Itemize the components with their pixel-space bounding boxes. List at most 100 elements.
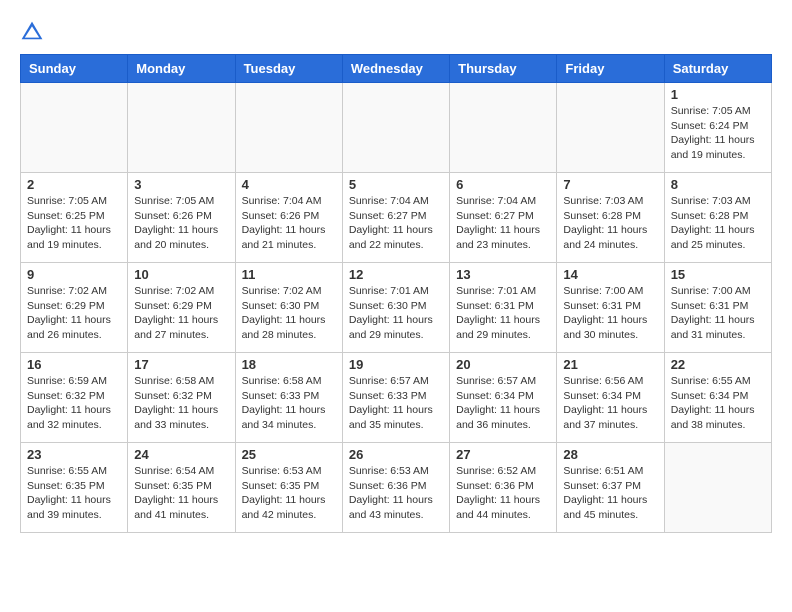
calendar-day-cell: 26 Sunrise: 6:53 AM Sunset: 6:36 PM Dayli…: [342, 443, 449, 533]
calendar-day-cell: 17 Sunrise: 6:58 AM Sunset: 6:32 PM Dayli…: [128, 353, 235, 443]
day-info: Sunrise: 7:03 AM Sunset: 6:28 PM Dayligh…: [671, 194, 765, 253]
day-info: Sunrise: 6:58 AM Sunset: 6:32 PM Dayligh…: [134, 374, 228, 433]
calendar-day-cell: 1 Sunrise: 7:05 AM Sunset: 6:24 PM Daylig…: [664, 83, 771, 173]
day-info: Sunrise: 7:03 AM Sunset: 6:28 PM Dayligh…: [563, 194, 657, 253]
calendar-day-cell: 6 Sunrise: 7:04 AM Sunset: 6:27 PM Daylig…: [450, 173, 557, 263]
logo: [20, 20, 48, 44]
calendar-day-cell: 22 Sunrise: 6:55 AM Sunset: 6:34 PM Dayli…: [664, 353, 771, 443]
day-info: Sunrise: 7:01 AM Sunset: 6:31 PM Dayligh…: [456, 284, 550, 343]
calendar-day-cell: [128, 83, 235, 173]
day-number: 17: [134, 357, 228, 372]
weekday-header: Wednesday: [342, 55, 449, 83]
calendar-day-cell: 23Sunrise: 6:55 AM Sunset: 6:35 PM Dayli…: [21, 443, 128, 533]
weekday-header: Saturday: [664, 55, 771, 83]
calendar-week-row: 1 Sunrise: 7:05 AM Sunset: 6:24 PM Daylig…: [21, 83, 772, 173]
calendar-day-cell: 25 Sunrise: 6:53 AM Sunset: 6:35 PM Dayli…: [235, 443, 342, 533]
calendar-day-cell: 12 Sunrise: 7:01 AM Sunset: 6:30 PM Dayli…: [342, 263, 449, 353]
day-number: 23: [27, 447, 121, 462]
day-number: 15: [671, 267, 765, 282]
weekday-header: Thursday: [450, 55, 557, 83]
day-number: 24: [134, 447, 228, 462]
day-info: Sunrise: 7:02 AM Sunset: 6:30 PM Dayligh…: [242, 284, 336, 343]
calendar-day-cell: 15 Sunrise: 7:00 AM Sunset: 6:31 PM Dayli…: [664, 263, 771, 353]
day-info: Sunrise: 7:04 AM Sunset: 6:27 PM Dayligh…: [456, 194, 550, 253]
day-number: 14: [563, 267, 657, 282]
calendar-day-cell: 24 Sunrise: 6:54 AM Sunset: 6:35 PM Dayli…: [128, 443, 235, 533]
day-number: 28: [563, 447, 657, 462]
day-info: Sunrise: 7:01 AM Sunset: 6:30 PM Dayligh…: [349, 284, 443, 343]
calendar-week-row: 2 Sunrise: 7:05 AM Sunset: 6:25 PM Daylig…: [21, 173, 772, 263]
calendar-day-cell: 5 Sunrise: 7:04 AM Sunset: 6:27 PM Daylig…: [342, 173, 449, 263]
day-number: 8: [671, 177, 765, 192]
calendar-day-cell: 13 Sunrise: 7:01 AM Sunset: 6:31 PM Dayli…: [450, 263, 557, 353]
day-info: Sunrise: 7:04 AM Sunset: 6:26 PM Dayligh…: [242, 194, 336, 253]
calendar-week-row: 16 Sunrise: 6:59 AM Sunset: 6:32 PM Dayli…: [21, 353, 772, 443]
day-number: 11: [242, 267, 336, 282]
day-info: Sunrise: 6:57 AM Sunset: 6:34 PM Dayligh…: [456, 374, 550, 433]
day-info: Sunrise: 6:56 AM Sunset: 6:34 PM Dayligh…: [563, 374, 657, 433]
day-info: Sunrise: 6:58 AM Sunset: 6:33 PM Dayligh…: [242, 374, 336, 433]
day-info: Sunrise: 6:53 AM Sunset: 6:35 PM Dayligh…: [242, 464, 336, 523]
calendar-day-cell: 21 Sunrise: 6:56 AM Sunset: 6:34 PM Dayli…: [557, 353, 664, 443]
day-number: 26: [349, 447, 443, 462]
day-number: 2: [27, 177, 121, 192]
day-number: 27: [456, 447, 550, 462]
calendar-day-cell: 14 Sunrise: 7:00 AM Sunset: 6:31 PM Dayli…: [557, 263, 664, 353]
weekday-header: Sunday: [21, 55, 128, 83]
weekday-header: Tuesday: [235, 55, 342, 83]
calendar-day-cell: 28 Sunrise: 6:51 AM Sunset: 6:37 PM Dayli…: [557, 443, 664, 533]
weekday-header: Friday: [557, 55, 664, 83]
day-info: Sunrise: 6:51 AM Sunset: 6:37 PM Dayligh…: [563, 464, 657, 523]
day-number: 9: [27, 267, 121, 282]
calendar-day-cell: 27Sunrise: 6:52 AM Sunset: 6:36 PM Dayli…: [450, 443, 557, 533]
weekday-header: Monday: [128, 55, 235, 83]
calendar-day-cell: 9 Sunrise: 7:02 AM Sunset: 6:29 PM Daylig…: [21, 263, 128, 353]
day-info: Sunrise: 7:05 AM Sunset: 6:24 PM Dayligh…: [671, 104, 765, 163]
calendar-day-cell: [664, 443, 771, 533]
calendar-day-cell: 4 Sunrise: 7:04 AM Sunset: 6:26 PM Daylig…: [235, 173, 342, 263]
day-number: 1: [671, 87, 765, 102]
day-info: Sunrise: 7:05 AM Sunset: 6:26 PM Dayligh…: [134, 194, 228, 253]
day-info: Sunrise: 7:05 AM Sunset: 6:25 PM Dayligh…: [27, 194, 121, 253]
day-number: 4: [242, 177, 336, 192]
calendar-day-cell: [235, 83, 342, 173]
day-number: 12: [349, 267, 443, 282]
header: [20, 20, 772, 44]
day-number: 10: [134, 267, 228, 282]
day-info: Sunrise: 6:54 AM Sunset: 6:35 PM Dayligh…: [134, 464, 228, 523]
day-info: Sunrise: 7:00 AM Sunset: 6:31 PM Dayligh…: [563, 284, 657, 343]
day-number: 19: [349, 357, 443, 372]
day-number: 22: [671, 357, 765, 372]
day-info: Sunrise: 7:00 AM Sunset: 6:31 PM Dayligh…: [671, 284, 765, 343]
day-info: Sunrise: 6:59 AM Sunset: 6:32 PM Dayligh…: [27, 374, 121, 433]
logo-icon: [20, 20, 44, 44]
day-number: 13: [456, 267, 550, 282]
calendar-day-cell: 11 Sunrise: 7:02 AM Sunset: 6:30 PM Dayli…: [235, 263, 342, 353]
calendar-day-cell: [21, 83, 128, 173]
calendar-day-cell: [342, 83, 449, 173]
calendar-day-cell: 8 Sunrise: 7:03 AM Sunset: 6:28 PM Daylig…: [664, 173, 771, 263]
day-info: Sunrise: 7:04 AM Sunset: 6:27 PM Dayligh…: [349, 194, 443, 253]
calendar-week-row: 23Sunrise: 6:55 AM Sunset: 6:35 PM Dayli…: [21, 443, 772, 533]
day-number: 16: [27, 357, 121, 372]
day-info: Sunrise: 6:55 AM Sunset: 6:34 PM Dayligh…: [671, 374, 765, 433]
day-number: 3: [134, 177, 228, 192]
day-number: 25: [242, 447, 336, 462]
calendar-day-cell: 2 Sunrise: 7:05 AM Sunset: 6:25 PM Daylig…: [21, 173, 128, 263]
calendar-day-cell: 10 Sunrise: 7:02 AM Sunset: 6:29 PM Dayli…: [128, 263, 235, 353]
day-number: 18: [242, 357, 336, 372]
day-info: Sunrise: 6:53 AM Sunset: 6:36 PM Dayligh…: [349, 464, 443, 523]
calendar-week-row: 9 Sunrise: 7:02 AM Sunset: 6:29 PM Daylig…: [21, 263, 772, 353]
day-number: 21: [563, 357, 657, 372]
day-number: 7: [563, 177, 657, 192]
day-number: 5: [349, 177, 443, 192]
day-info: Sunrise: 7:02 AM Sunset: 6:29 PM Dayligh…: [134, 284, 228, 343]
day-number: 20: [456, 357, 550, 372]
calendar-day-cell: 19Sunrise: 6:57 AM Sunset: 6:33 PM Dayli…: [342, 353, 449, 443]
day-number: 6: [456, 177, 550, 192]
calendar-day-cell: [557, 83, 664, 173]
calendar-day-cell: 3 Sunrise: 7:05 AM Sunset: 6:26 PM Daylig…: [128, 173, 235, 263]
weekday-header-row: SundayMondayTuesdayWednesdayThursdayFrid…: [21, 55, 772, 83]
day-info: Sunrise: 7:02 AM Sunset: 6:29 PM Dayligh…: [27, 284, 121, 343]
calendar-day-cell: 16 Sunrise: 6:59 AM Sunset: 6:32 PM Dayli…: [21, 353, 128, 443]
